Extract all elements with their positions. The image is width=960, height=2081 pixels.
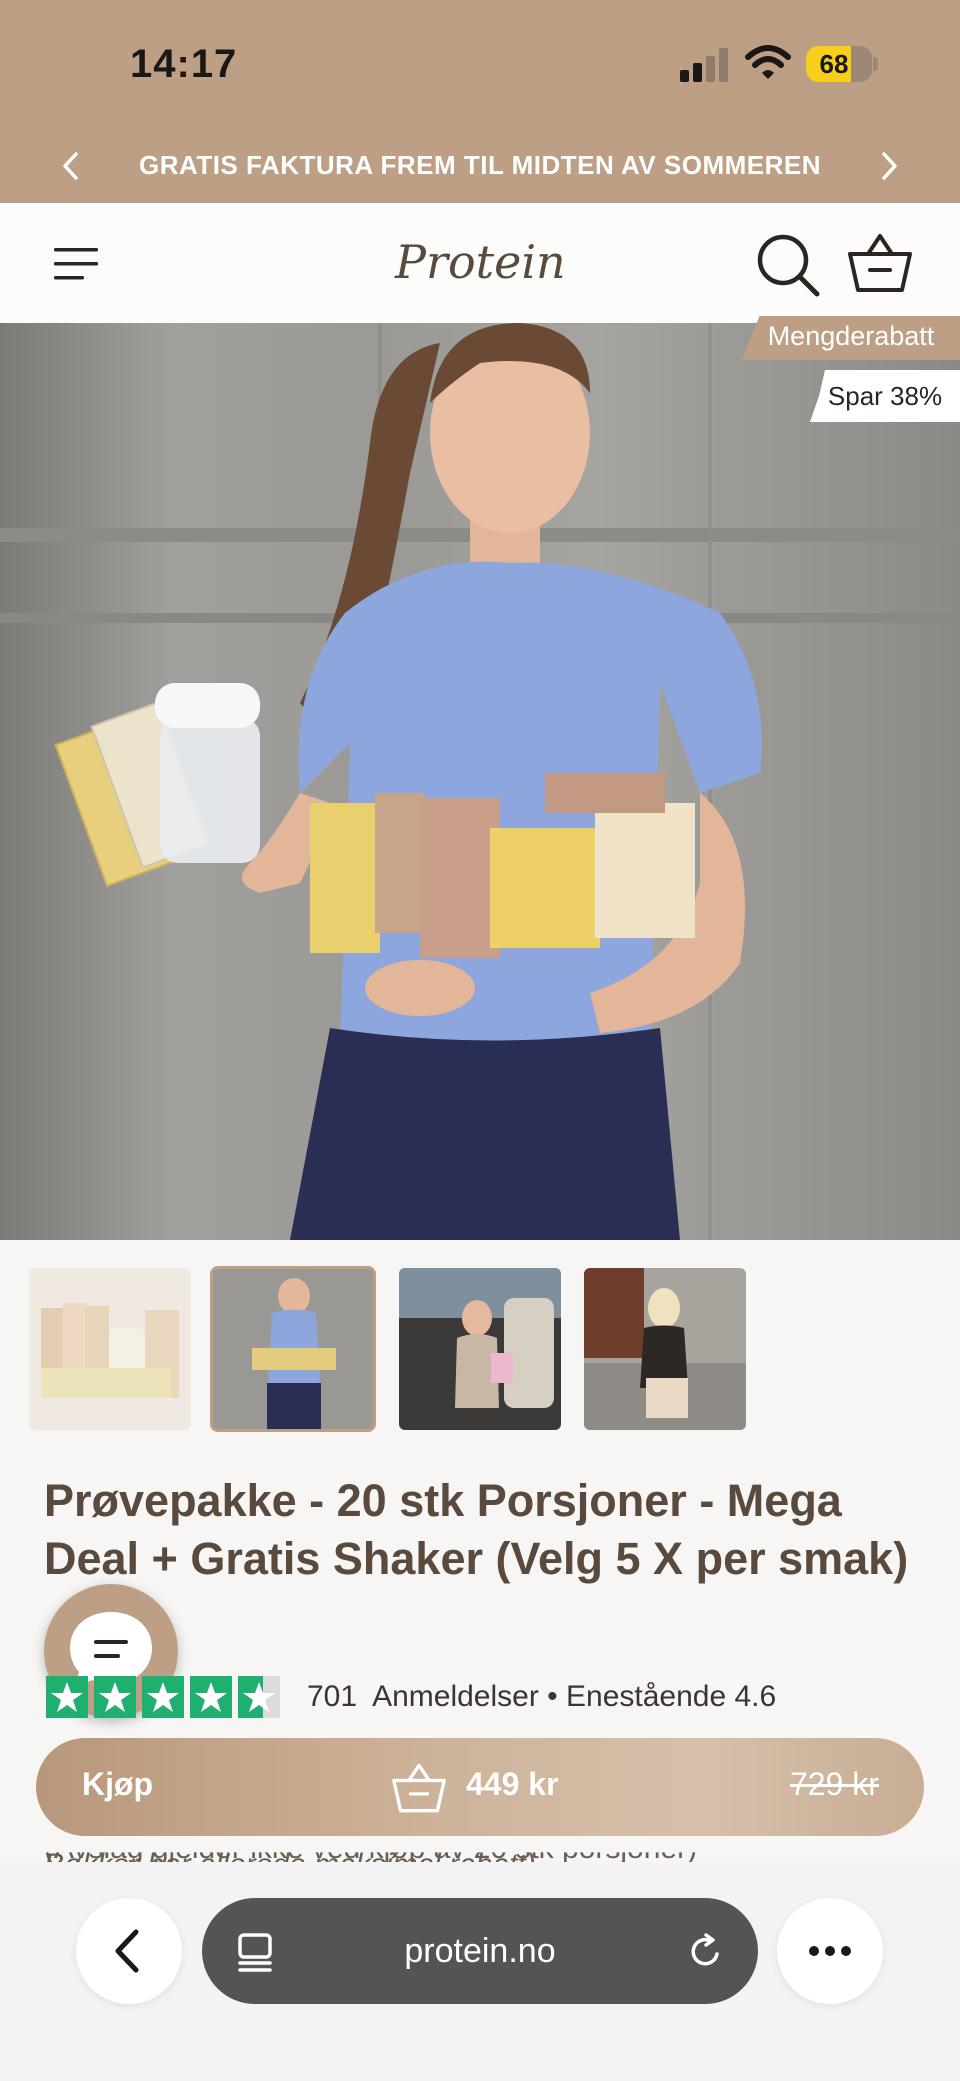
review-text: Anmeldelser • Enestående 4.6: [372, 1680, 777, 1713]
search-icon[interactable]: [755, 232, 821, 298]
chevron-right-icon[interactable]: [874, 148, 904, 184]
promo-text: GRATIS FAKTURA FREM TIL MIDTEN AV SOMMER…: [138, 150, 822, 180]
star-icon: [142, 1676, 184, 1718]
original-price: 729 kr: [790, 1766, 879, 1802]
star-icon: [94, 1676, 136, 1718]
basket-icon[interactable]: [846, 232, 914, 294]
star-icon: [46, 1676, 88, 1718]
buy-label: Kjøp: [82, 1766, 154, 1802]
back-button[interactable]: [76, 1898, 182, 2004]
sale-price: 449 kr: [466, 1766, 559, 1802]
trustpilot-stars[interactable]: [46, 1676, 286, 1723]
battery-icon: 68: [806, 46, 872, 82]
battery-cap: [873, 57, 878, 71]
wifi-icon: [745, 45, 791, 79]
url-text: protein.no: [404, 1932, 556, 1970]
review-summary[interactable]: 701 Anmeldelser • Enestående 4.6: [307, 1680, 776, 1714]
chevron-left-icon[interactable]: [56, 148, 86, 184]
star-icon: [190, 1676, 232, 1718]
brand-logo[interactable]: Protein: [395, 232, 566, 292]
status-time: 14:17: [130, 42, 238, 86]
chevron-left-icon: [115, 1929, 139, 1973]
thumbnail-car-photo[interactable]: [399, 1268, 561, 1430]
cellular-signal-icon: [680, 48, 728, 82]
savings-badge: Spar 38%: [810, 370, 960, 422]
review-count: 701: [307, 1680, 358, 1713]
product-hero-image[interactable]: [0, 323, 960, 1240]
product-title: Prøvepakke - 20 stk Porsjoner - Mega Dea…: [44, 1475, 909, 1584]
thumbnail-model-packets[interactable]: [210, 1266, 376, 1432]
more-options-button[interactable]: [777, 1898, 883, 2004]
ellipsis-icon: [809, 1946, 851, 1956]
hero-illustration: [0, 323, 960, 1240]
thumbnail-street-photo[interactable]: [584, 1268, 746, 1430]
hamburger-menu-icon[interactable]: [52, 244, 100, 284]
thumbnail-product-lineup[interactable]: [29, 1268, 191, 1430]
battery-level: 68: [819, 49, 849, 79]
discount-badge: Mengderabatt: [742, 316, 960, 360]
reload-icon[interactable]: [686, 1932, 726, 1972]
basket-icon: [392, 1763, 446, 1813]
star-partial-icon: [238, 1676, 280, 1718]
